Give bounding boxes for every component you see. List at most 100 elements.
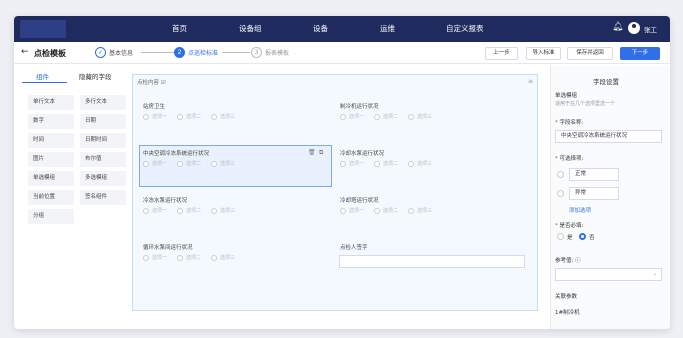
step-label: 点巡检标准 — [188, 50, 219, 57]
component-time[interactable]: 时间 — [28, 133, 74, 148]
field-label: 点检人签字 — [340, 245, 368, 251]
copy-icon[interactable]: ⧉ — [319, 149, 323, 157]
logo — [20, 20, 66, 38]
radio-circle-icon — [177, 207, 184, 214]
next-button[interactable]: 下一步 — [620, 47, 660, 60]
component-location[interactable]: 当前位置 — [28, 190, 74, 205]
component-image[interactable]: 图片 — [28, 152, 74, 167]
radio-option: 选项三 — [408, 160, 432, 167]
radio-options: 选项一 选项二 选项三 — [143, 207, 245, 214]
required-label: * 是否必填: — [555, 223, 584, 229]
bell-icon[interactable]: 🔔︎ — [612, 22, 623, 32]
radio-option: 选项二 — [374, 113, 398, 120]
field-label: 冷冻水泵运行状况 — [143, 198, 188, 204]
nav-maintenance[interactable]: 运维 — [380, 23, 395, 34]
radio-option: 选项一 — [143, 207, 167, 214]
prev-button[interactable]: 上一步 — [485, 47, 518, 60]
field-label: 冷却水泵运行状况 — [340, 151, 385, 157]
back-arrow-icon[interactable]: ← — [21, 47, 29, 57]
menu-icon[interactable]: ≡ — [528, 78, 533, 85]
related-params-value: 1#制冷机 — [555, 310, 580, 316]
step-connector — [222, 52, 250, 53]
field-name-input[interactable]: 中央空调冷冻系统运行状况 — [555, 130, 662, 143]
step-label: 基本信息 — [109, 50, 134, 57]
component-single-choice[interactable]: 单选模组 — [28, 171, 74, 186]
radio-circle-icon — [211, 113, 218, 120]
field-label: 站房卫生 — [143, 104, 166, 110]
reference-label: 参考值: ⓘ — [555, 258, 581, 264]
radio-circle-icon[interactable] — [557, 190, 564, 197]
step-number: 3 — [251, 47, 262, 58]
help-icon: ⓘ — [575, 258, 581, 264]
option-input[interactable]: 正常 — [569, 168, 619, 181]
field-label: 冷却塔运行状况 — [340, 198, 379, 204]
options-label: * 可选择项: — [555, 156, 584, 162]
component-signature[interactable]: 签名组件 — [80, 190, 126, 205]
radio-option: 选项三 — [211, 160, 235, 167]
required-yes-label: 是 — [567, 235, 573, 241]
radio-options: 选项一 选项二 选项三 — [143, 113, 245, 120]
radio-circle-icon — [340, 207, 346, 214]
required-yes-radio[interactable] — [557, 233, 564, 240]
chevron-down-icon: ⌄ — [653, 271, 658, 277]
user-name[interactable]: 张工 — [644, 24, 657, 34]
radio-circle-icon — [143, 113, 149, 120]
radio-circle-icon — [211, 254, 218, 261]
import-standard-button[interactable]: 导入标准 — [526, 47, 561, 60]
app-window: 首页 设备组 设备 运维 自定义报表 🔔︎ 张工 ← 点检模板 ✓ 基本信息 2… — [14, 16, 670, 329]
radio-option: 选项一 — [143, 113, 167, 120]
check-icon: ✓ — [95, 47, 106, 58]
component-boolean[interactable]: 布尔值 — [80, 152, 126, 167]
form-canvas[interactable]: 点检内容 ☑ ≡ 🗑︎ ⧉ 站房卫生 选项一 选项二 选项三 制冷机运行状况 选… — [132, 74, 538, 311]
component-multi-choice[interactable]: 多选模组 — [80, 171, 126, 186]
radio-option: 选项二 — [177, 207, 201, 214]
component-datetime[interactable]: 日期时间 — [80, 133, 126, 148]
component-multi-line-text[interactable]: 多行文本 — [80, 95, 126, 110]
component-number[interactable]: 数字 — [28, 114, 74, 129]
radio-option: 选项二 — [374, 160, 398, 167]
radio-options: 选项一 选项二 选项三 — [340, 207, 442, 214]
nav-device-group[interactable]: 设备组 — [239, 23, 262, 34]
radio-option: 选项二 — [177, 254, 201, 261]
field-label: 中央空调冷冻系统运行状况 — [143, 151, 210, 157]
step-2[interactable]: 2 点巡检标准 — [174, 47, 218, 58]
radio-circle-icon — [374, 160, 381, 167]
radio-option: 选项二 — [177, 113, 201, 120]
radio-option: 选项一 — [340, 160, 364, 167]
radio-circle-icon — [408, 207, 415, 214]
field-label: 制冷机运行状况 — [340, 104, 379, 110]
canvas-header: 点检内容 ☑ — [137, 80, 166, 86]
radio-option: 选项三 — [408, 113, 432, 120]
radio-circle-icon — [408, 113, 415, 120]
page-title: 点检模板 — [34, 49, 66, 58]
save-return-button[interactable]: 保存并返回 — [567, 47, 613, 60]
radio-option: 选项三 — [211, 254, 235, 261]
radio-circle-icon[interactable] — [557, 171, 564, 178]
component-date[interactable]: 日期 — [80, 114, 126, 129]
radio-circle-icon — [211, 207, 218, 214]
radio-option: 选项一 — [143, 160, 167, 167]
nav-device[interactable]: 设备 — [313, 23, 328, 34]
required-no-label: 否 — [589, 235, 595, 241]
signature-input[interactable] — [339, 255, 525, 268]
add-option-link[interactable]: 添加选项 — [569, 206, 591, 214]
settings-title: 字段设置 — [593, 78, 619, 86]
avatar[interactable] — [628, 22, 640, 34]
radio-circle-icon — [177, 254, 184, 261]
radio-circle-icon — [374, 113, 381, 120]
component-panel: 组件 隐藏的字段 单行文本 多行文本 数字 日期 时间 日期时间 图片 布尔值 … — [14, 65, 128, 329]
radio-options: 选项一 选项二 选项三 — [143, 254, 245, 261]
nav-home[interactable]: 首页 — [172, 23, 187, 34]
component-single-line-text[interactable]: 单行文本 — [28, 95, 74, 110]
tab-hidden-fields[interactable]: 隐藏的字段 — [79, 71, 112, 81]
option-input[interactable]: 异常 — [569, 187, 619, 200]
component-group[interactable]: 分组 — [28, 209, 74, 224]
reference-select[interactable] — [555, 268, 662, 281]
step-3[interactable]: 3 报表模板 — [251, 47, 289, 58]
step-1[interactable]: ✓ 基本信息 — [95, 47, 133, 58]
tab-components[interactable]: 组件 — [36, 71, 49, 81]
nav-custom-report[interactable]: 自定义报表 — [446, 23, 484, 34]
required-no-radio[interactable] — [579, 233, 586, 240]
delete-icon[interactable]: 🗑︎ — [308, 149, 316, 156]
radio-option: 选项三 — [408, 207, 432, 214]
